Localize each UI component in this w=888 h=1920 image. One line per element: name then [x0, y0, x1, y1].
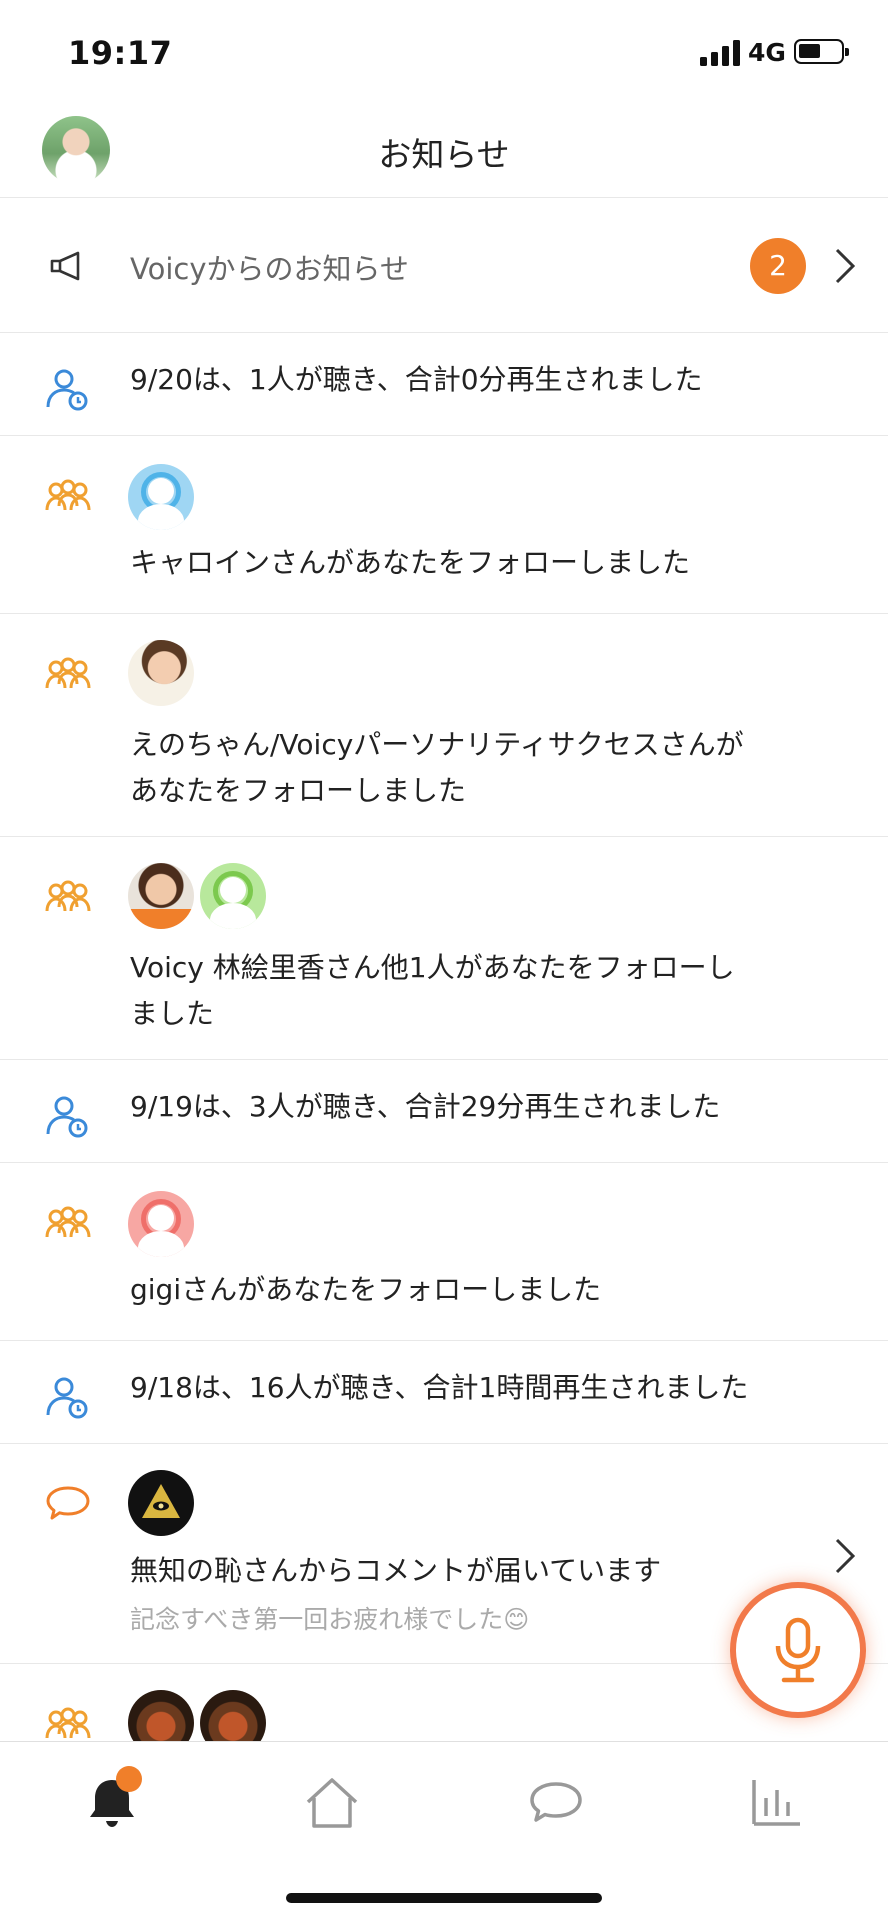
notification-text-line: ました: [130, 997, 215, 1030]
notification-text-line: Voicy 林絵里香さん他1人があなたをフォローし: [130, 951, 735, 984]
tab-home[interactable]: [302, 1772, 362, 1832]
network-label: 4G: [748, 38, 786, 67]
avatar[interactable]: [128, 640, 194, 706]
avatar[interactable]: [128, 1690, 194, 1741]
followers-icon: [45, 657, 91, 689]
listener-stats-icon: [46, 1377, 88, 1419]
avatar[interactable]: [128, 1191, 194, 1257]
avatar[interactable]: [200, 863, 266, 929]
followers-icon: [45, 1707, 91, 1739]
list-item[interactable]: 9/20は、1人が聴き、合計0分再生されました: [0, 333, 888, 436]
avatar[interactable]: [128, 464, 194, 530]
notification-text-line: えのちゃん/Voicyパーソナリティサクセスさんが: [130, 728, 744, 761]
avatar[interactable]: [128, 1470, 194, 1536]
header: お知らせ: [0, 100, 888, 198]
megaphone-icon: [50, 251, 80, 281]
page-title: お知らせ: [378, 135, 510, 174]
list-item[interactable]: 9/18は、16人が聴き、合計1時間再生されました: [0, 1341, 888, 1444]
follower-avatars: [128, 863, 266, 929]
follower-avatars: [128, 1690, 266, 1741]
list-item[interactable]: キャロインさんがあなたをフォローしました: [0, 436, 888, 614]
comment-preview: 記念すべき第一回お疲れ様でした😊: [130, 1605, 530, 1634]
chevron-right-icon: [835, 248, 856, 284]
notification-list: 9/20は、1人が聴き、合計0分再生されました キャロインさんがあなたをフォロー…: [0, 333, 888, 1741]
list-item[interactable]: 9/19は、3人が聴き、合計29分再生されました: [0, 1060, 888, 1163]
notification-text: 9/19は、3人が聴き、合計29分再生されました: [130, 1090, 721, 1123]
eye-pyramid-icon: [142, 1484, 180, 1518]
status-bar: 19:17 4G: [0, 0, 888, 100]
listener-stats-icon: [46, 1096, 88, 1138]
avatar[interactable]: [128, 863, 194, 929]
signal-icon: [700, 38, 742, 66]
tab-notifications[interactable]: [82, 1766, 142, 1832]
list-item[interactable]: gigiさんがあなたをフォローしました: [0, 1163, 888, 1341]
listener-stats-icon: [46, 369, 88, 411]
record-button[interactable]: [730, 1582, 866, 1718]
announcement-row[interactable]: Voicyからのお知らせ 2: [0, 198, 888, 333]
followers-icon: [45, 479, 91, 511]
notification-text: 9/18は、16人が聴き、合計1時間再生されました: [130, 1371, 749, 1404]
battery-icon: [794, 39, 849, 64]
notification-text: キャロインさんがあなたをフォローしました: [130, 546, 691, 579]
status-time: 19:17: [68, 34, 173, 72]
follower-avatars: [128, 1191, 194, 1257]
followers-icon: [45, 880, 91, 912]
commenter-avatars: [128, 1470, 194, 1536]
notification-text: 無知の恥さんからコメントが届いています: [130, 1554, 662, 1587]
notification-text-line: あなたをフォローしました: [130, 774, 467, 807]
chart-icon: [752, 1780, 800, 1826]
unread-badge: 2: [750, 238, 806, 294]
chevron-right-icon: [835, 1538, 856, 1574]
follower-avatars: [128, 464, 194, 530]
home-icon: [306, 1778, 358, 1828]
chat-icon: [530, 1782, 582, 1822]
comment-icon: [46, 1486, 90, 1520]
follower-avatars: [128, 640, 194, 706]
home-indicator: [286, 1893, 602, 1903]
tab-messages[interactable]: [526, 1772, 586, 1832]
announcement-label: Voicyからのお知らせ: [130, 252, 409, 286]
tab-stats[interactable]: [746, 1772, 806, 1832]
microphone-icon: [775, 1617, 821, 1683]
avatar[interactable]: [200, 1690, 266, 1741]
notification-text: 9/20は、1人が聴き、合計0分再生されました: [130, 363, 703, 396]
notification-text: gigiさんがあなたをフォローしました: [130, 1273, 602, 1306]
notification-text: Voicy 林絵里香さん他1人があなたをフォローし ました: [130, 945, 818, 1037]
list-item[interactable]: えのちゃん/Voicyパーソナリティサクセスさんが あなたをフォローしました: [0, 614, 888, 837]
list-item[interactable]: Voicy 林絵里香さん他1人があなたをフォローし ました: [0, 837, 888, 1060]
followers-icon: [45, 1206, 91, 1238]
notification-dot: [116, 1766, 142, 1792]
notification-text: えのちゃん/Voicyパーソナリティサクセスさんが あなたをフォローしました: [130, 722, 818, 814]
